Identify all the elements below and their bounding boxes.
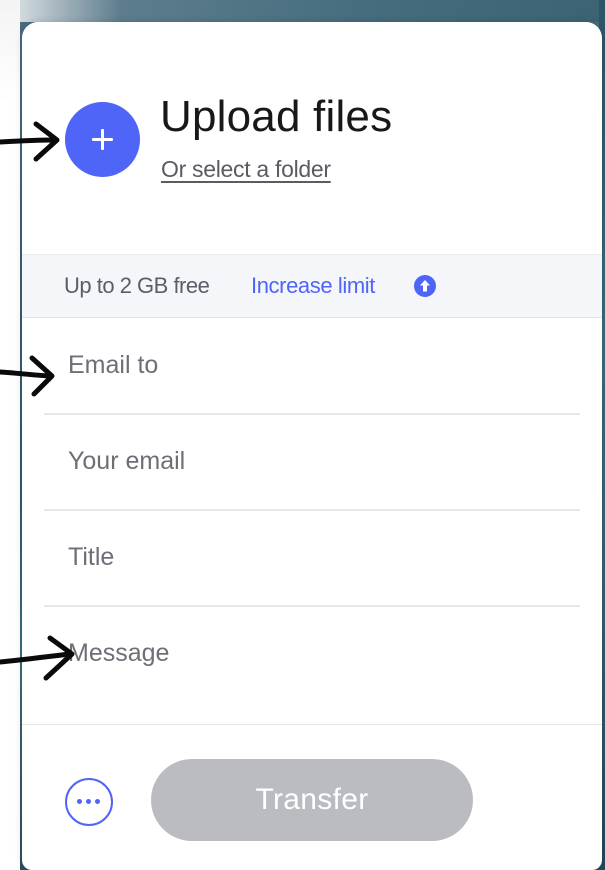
your-email-input[interactable] <box>68 441 558 481</box>
transfer-panel: Upload files Or select a folder Up to 2 … <box>22 22 602 870</box>
select-folder-link[interactable]: Or select a folder <box>161 156 331 183</box>
size-limit-text: Up to 2 GB free <box>64 273 210 298</box>
background-left <box>0 0 20 870</box>
message-input[interactable] <box>68 639 558 699</box>
upload-files-title[interactable]: Upload files <box>160 92 392 142</box>
message-field <box>22 607 602 725</box>
add-files-button[interactable] <box>65 102 140 177</box>
size-limit-bar: Up to 2 GB free Increase limit <box>22 254 602 318</box>
title-input[interactable] <box>68 537 558 577</box>
transfer-button[interactable]: Transfer <box>151 759 473 841</box>
background-top <box>0 0 605 22</box>
increase-limit-link[interactable]: Increase limit <box>251 273 375 299</box>
transfer-footer: Transfer <box>22 725 602 870</box>
arrow-up-circle-icon[interactable] <box>414 275 436 297</box>
title-field <box>44 511 580 607</box>
more-options-button[interactable] <box>65 778 113 826</box>
email-to-input[interactable] <box>68 345 558 385</box>
email-to-field <box>44 319 580 415</box>
ellipsis-circle-icon <box>77 799 82 804</box>
your-email-field <box>44 415 580 511</box>
upload-section: Upload files Or select a folder <box>22 22 602 254</box>
